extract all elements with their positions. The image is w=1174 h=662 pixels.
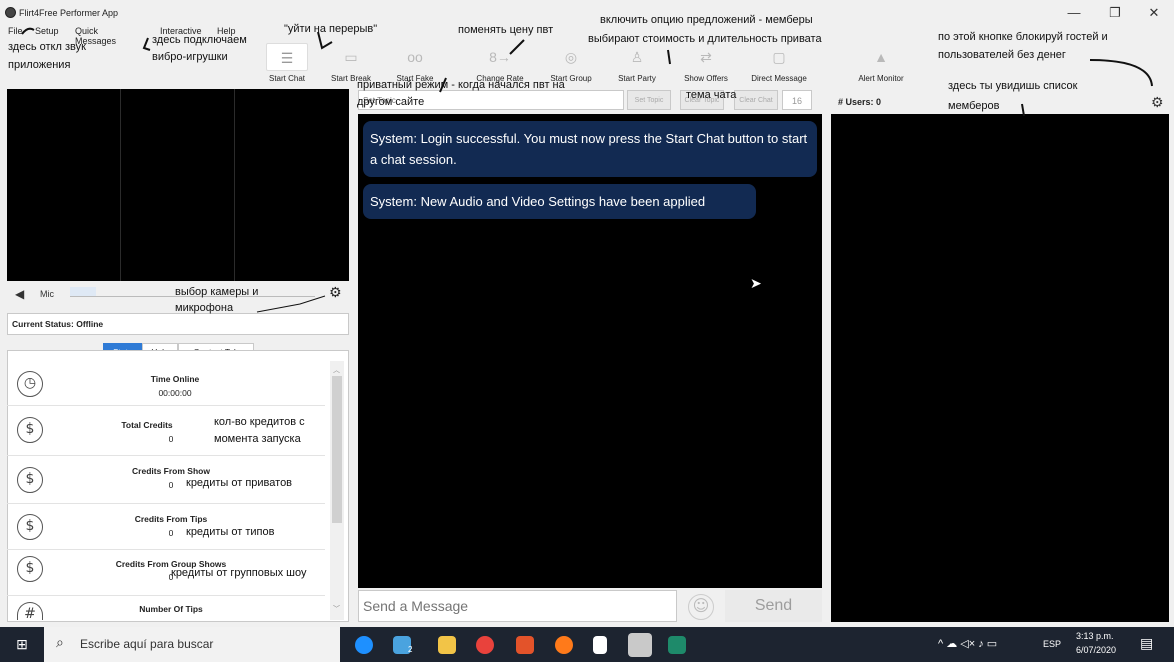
arrow-mark (667, 49, 671, 65)
arrow-mark (1089, 59, 1153, 87)
taskbar: ⊞ ⌕ Escribe aquí para buscar 2 ^ ☁ ◁× ♪ … (0, 627, 1174, 662)
stat-credits-from-tips: $ Credits From Tips 0 (7, 504, 325, 550)
search-icon: ⌕ (56, 635, 64, 651)
stat-value: 00:00:00 (158, 388, 192, 398)
arrow-mark (21, 27, 35, 35)
message-input[interactable] (358, 590, 677, 622)
annotation: микрофона (175, 302, 234, 314)
stat-number-of-tips: # Number Of Tips (7, 596, 325, 622)
dollar-icon: $ (17, 467, 43, 493)
annotation-arrows (21, 27, 1153, 117)
mic-label: Mic (40, 289, 54, 299)
app-logo-icon (5, 7, 16, 18)
chrome-icon[interactable] (476, 636, 494, 654)
chat-message: System: Login successful. You must now p… (363, 121, 817, 177)
stat-time-online: ◷ Time Online 00:00:00 (7, 362, 325, 406)
annotation: выбор камеры и (175, 286, 259, 298)
windows-start-icon[interactable]: ⊞ (0, 627, 44, 662)
taskbar-search[interactable]: ⌕ Escribe aquí para buscar (44, 627, 340, 662)
arrow-mark (142, 37, 151, 51)
dollar-icon: $ (17, 417, 43, 443)
stat-label: Credits From Show (132, 466, 210, 476)
file-explorer-icon[interactable] (438, 636, 456, 654)
clock-date[interactable]: 6/07/2020 (1076, 645, 1116, 655)
app-icon[interactable] (668, 636, 686, 654)
dollar-icon: $ (17, 514, 43, 540)
stat-total-credits: $ Total Credits 0 (7, 406, 325, 456)
hash-icon: # (17, 602, 43, 622)
performer-app-icon[interactable] (628, 633, 652, 657)
annotation: кол-во кредитов с (214, 416, 305, 428)
mail-badge: 2 (408, 645, 413, 654)
document-icon[interactable] (593, 636, 607, 654)
annotation: кредиты от групповых шоу (171, 567, 307, 579)
stat-label: Number Of Tips (139, 604, 203, 614)
arrow-mark (317, 31, 333, 50)
language-indicator[interactable]: ESP (1043, 639, 1061, 649)
arrow-mark (439, 77, 447, 93)
tray-icons[interactable]: ^ ☁ ◁× ♪ ▭ (938, 637, 997, 650)
window-title: Flirt4Free Performer App (19, 8, 119, 18)
notifications-icon[interactable]: ▤ (1140, 635, 1153, 652)
scroll-down-icon[interactable]: ﹀ (333, 604, 340, 614)
office-icon[interactable] (516, 636, 534, 654)
scroll-up-icon[interactable]: ︿ (333, 365, 340, 375)
mouse-cursor-icon: ➤ (750, 275, 762, 291)
scroll-thumb[interactable] (332, 376, 342, 523)
app-window: Flirt4Free Performer App — ❐ ✕ File Setu… (0, 0, 1174, 662)
arrow-mark (509, 39, 525, 55)
annotation-arrow-camera (256, 295, 326, 313)
edge-icon[interactable] (355, 636, 373, 654)
clock-icon: ◷ (17, 371, 43, 397)
chat-message: System: New Audio and Video Settings hav… (363, 184, 756, 219)
annotation: кредиты от типов (186, 526, 275, 538)
firefox-icon[interactable] (555, 636, 573, 654)
dollar-icon: $ (17, 556, 43, 582)
send-button[interactable]: Send (725, 590, 822, 622)
search-placeholder: Escribe aquí para buscar (80, 637, 214, 651)
annotation: кредиты от приватов (186, 477, 293, 489)
users-list (831, 114, 1169, 622)
speaker-mute-icon[interactable]: ◀ (15, 287, 24, 301)
annotation: момента запуска (214, 433, 301, 445)
arrow-mark (1021, 103, 1025, 117)
stat-label: Time Online (150, 374, 200, 384)
stat-label: Credits From Tips (134, 514, 208, 524)
emoji-icon[interactable]: ☺ (688, 594, 714, 620)
clock-time[interactable]: 3:13 p.m. (1076, 631, 1114, 641)
